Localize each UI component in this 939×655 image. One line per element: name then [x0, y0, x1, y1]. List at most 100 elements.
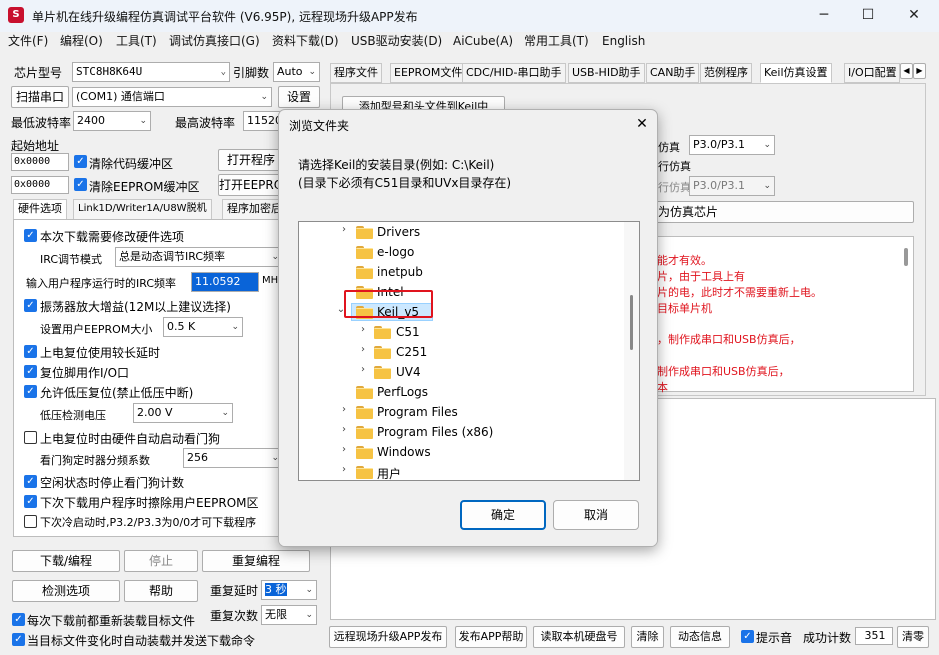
eeprom-address-input[interactable]: 0x0000 [11, 176, 69, 194]
detect-options-button[interactable]: 检测选项 [12, 580, 120, 602]
info-scrollbar[interactable] [904, 248, 908, 266]
close-window-button[interactable]: ✕ [891, 0, 937, 32]
menu-english[interactable]: English [602, 32, 645, 52]
repeat-program-button[interactable]: 重复编程 [202, 550, 310, 572]
code-address-input[interactable]: 0x0000 [11, 153, 69, 171]
menu-common-tools[interactable]: 常用工具(T) [524, 32, 589, 52]
tab-io-config[interactable]: I/O口配置 [844, 63, 900, 83]
min-baud-select[interactable]: 2400 ⌄ [73, 111, 151, 131]
tab-cdc-serial[interactable]: CDC/HID-串口助手 [462, 63, 566, 83]
tree-node-inetpub[interactable]: inetpub [299, 262, 619, 282]
eeprom-size-select[interactable]: 0.5 K ⌄ [163, 317, 243, 337]
chevron-right-icon[interactable]: › [357, 364, 369, 375]
tab-program-file[interactable]: 程序文件 [330, 63, 382, 83]
tree-node-c251[interactable]: › C251 [299, 342, 619, 362]
wdt-idle-checkbox[interactable]: ✓ [24, 475, 37, 488]
long-reset-checkbox[interactable]: ✓ [24, 345, 37, 358]
dialog-close-icon[interactable]: ✕ [629, 112, 655, 136]
chevron-right-icon[interactable]: › [338, 404, 350, 415]
tree-node-c51[interactable]: › C51 [299, 322, 619, 342]
lvr-checkbox[interactable]: ✓ [24, 385, 37, 398]
lvd-select[interactable]: 2.00 V ⌄ [133, 403, 233, 423]
tab-scroll-right-icon[interactable]: ▶ [913, 63, 926, 79]
emu-port-select-1[interactable]: P3.0/P3.1 ⌄ [689, 135, 775, 155]
tree-node-perflogs[interactable]: PerfLogs [299, 382, 619, 402]
tree-node-users[interactable]: › 用户 [299, 462, 619, 480]
set-sim-chip-button[interactable]: 为仿真芯片 [655, 201, 914, 223]
ok-button[interactable]: 确定 [460, 500, 546, 530]
maximize-button[interactable]: ☐ [845, 0, 891, 32]
remote-publish-button[interactable]: 远程现场升级APP发布 [329, 626, 447, 648]
tree-node-drivers[interactable]: › Drivers [299, 222, 619, 242]
tab-keil-sim[interactable]: Keil仿真设置 [760, 63, 832, 83]
port-select[interactable]: (COM1) 通信端口 ⌄ [72, 87, 272, 107]
irc-freq-select[interactable]: 11.0592 [191, 272, 259, 292]
clear-eeprom-checkbox[interactable]: ✓ [74, 178, 87, 191]
osc-gain-checkbox[interactable]: ✓ [24, 299, 37, 312]
pins-select[interactable]: Auto ⌄ [273, 62, 320, 82]
tab-link1d[interactable]: Link1D/Writer1A/U8W脱机 [73, 199, 212, 219]
wdt-div-select[interactable]: 256 ⌄ [183, 448, 283, 468]
erase-eeprom-checkbox[interactable]: ✓ [24, 495, 37, 508]
reset-io-label: 复位脚用作I/O口 [40, 366, 130, 380]
tab-scroll-left-icon[interactable]: ◀ [900, 63, 913, 79]
scan-port-button[interactable]: 扫描串口 [11, 86, 69, 108]
tree-node-keil-v5[interactable]: ⌄ Keil_v5 [299, 290, 619, 322]
port-settings-button[interactable]: 设置 [278, 86, 320, 108]
clear-log-button[interactable]: 清除 [631, 626, 664, 648]
reset-io-checkbox[interactable]: ✓ [24, 365, 37, 378]
menu-file[interactable]: 文件(F) [8, 32, 48, 52]
max-baud-select[interactable]: 115200 [243, 111, 283, 131]
irc-mode-select[interactable]: 总是动态调节IRC频率 ⌄ [115, 247, 283, 267]
tree-node-program-files-x86[interactable]: › Program Files (x86) [299, 422, 619, 442]
modify-hw-checkbox[interactable]: ✓ [24, 229, 37, 242]
repeat-delay-select[interactable]: 3 秒 ⌄ [261, 580, 317, 600]
tab-eeprom-file[interactable]: EEPROM文件 [390, 63, 467, 83]
chevron-right-icon[interactable]: › [338, 424, 350, 435]
minimize-button[interactable]: ─ [801, 0, 847, 32]
cancel-button[interactable]: 取消 [553, 500, 639, 530]
reload-checkbox[interactable]: ✓ [12, 613, 25, 626]
read-disk-button[interactable]: 读取本机硬盘号 [533, 626, 625, 648]
min-baud-value: 2400 [77, 114, 105, 127]
wdt-auto-checkbox[interactable] [24, 431, 37, 444]
stop-button[interactable]: 停止 [124, 550, 198, 572]
chevron-right-icon[interactable]: › [357, 324, 369, 335]
menu-usb-driver[interactable]: USB驱动安装(D) [351, 32, 442, 52]
tree-node-windows[interactable]: › Windows [299, 442, 619, 462]
menu-tools[interactable]: 工具(T) [116, 32, 157, 52]
tree-node-e-logo[interactable]: e-logo [299, 242, 619, 262]
tab-usb-hid[interactable]: USB-HID助手 [568, 63, 645, 83]
chevron-right-icon[interactable]: › [338, 464, 350, 475]
clear-code-checkbox[interactable]: ✓ [74, 155, 87, 168]
open-eeprom-button[interactable]: 打开EEPRO [218, 174, 284, 196]
dynamic-info-button[interactable]: 动态信息 [670, 626, 730, 648]
auto-send-checkbox[interactable]: ✓ [12, 633, 25, 646]
publish-help-button[interactable]: 发布APP帮助 [455, 626, 527, 648]
tree-scrollbar[interactable] [624, 222, 639, 480]
cold-boot-checkbox[interactable] [24, 515, 37, 528]
menu-download[interactable]: 资料下载(D) [272, 32, 339, 52]
red-highlight-box [344, 290, 433, 318]
reset-count-button[interactable]: 清零 [897, 626, 929, 648]
menu-program[interactable]: 编程(O) [60, 32, 103, 52]
chevron-right-icon[interactable]: › [338, 444, 350, 455]
emu-port-select-3[interactable]: P3.0/P3.1 ⌄ [689, 176, 775, 196]
chevron-right-icon[interactable]: › [338, 224, 350, 235]
tree-node-uv4[interactable]: › UV4 [299, 362, 619, 382]
open-program-button[interactable]: 打开程序 [218, 149, 284, 171]
tab-hardware-options[interactable]: 硬件选项 [13, 199, 67, 219]
repeat-count-select[interactable]: 无限 ⌄ [261, 605, 317, 625]
menu-debug[interactable]: 调试仿真接口(G) [169, 32, 260, 52]
tab-examples[interactable]: 范例程序 [700, 63, 752, 83]
tree-scrollbar-thumb[interactable] [630, 295, 633, 350]
chevron-right-icon[interactable]: › [357, 344, 369, 355]
tab-can[interactable]: CAN助手 [646, 63, 700, 83]
help-button[interactable]: 帮助 [124, 580, 198, 602]
download-program-button[interactable]: 下载/编程 [12, 550, 120, 572]
tree-node-program-files[interactable]: › Program Files [299, 402, 619, 422]
menu-aicube[interactable]: AiCube(A) [453, 32, 513, 52]
chip-select[interactable]: STC8H8K64U ⌄ [72, 62, 230, 82]
folder-tree[interactable]: › Drivers e-logo inetpub Intel ⌄ Keil_v5… [298, 221, 640, 481]
beep-checkbox[interactable]: ✓ [741, 630, 754, 643]
